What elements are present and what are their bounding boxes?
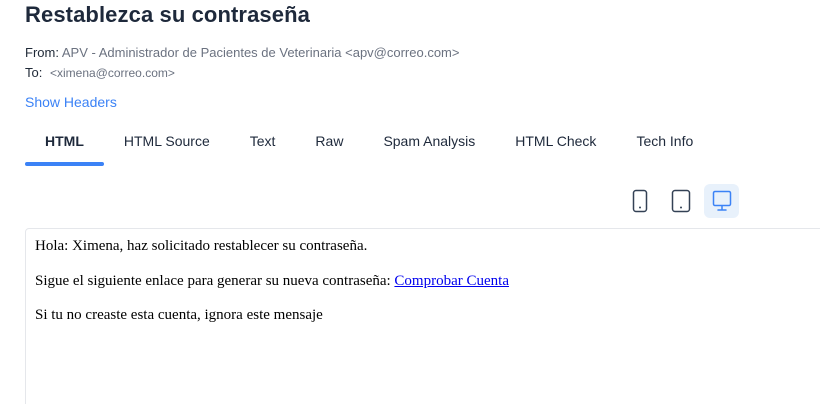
tablet-icon <box>671 189 690 213</box>
show-headers-link[interactable]: Show Headers <box>25 94 117 110</box>
body-line-disclaimer: Si tu no creaste esta cuenta, ignora est… <box>35 307 323 323</box>
email-viewer: Restablezca su contraseña From: APV - Ad… <box>0 0 820 404</box>
to-value: <ximena@correo.com> <box>49 66 175 80</box>
to-line: To: <ximena@correo.com> <box>25 65 175 80</box>
mobile-icon <box>632 189 647 213</box>
from-label: From: <box>25 45 59 60</box>
view-tabs: HTML HTML Source Text Raw Spam Analysis … <box>25 124 713 166</box>
tab-text[interactable]: Text <box>230 124 296 164</box>
body-line-greeting: Hola: Ximena, haz solicitado restablecer… <box>35 238 368 254</box>
body-line-instructions: Sigue el siguiente enlace para generar s… <box>35 273 509 290</box>
from-line: From: APV - Administrador de Pacientes d… <box>25 45 459 60</box>
body-instructions-text: Sigue el siguiente enlace para generar s… <box>35 273 395 289</box>
to-label: To: <box>25 65 43 80</box>
tab-html-check[interactable]: HTML Check <box>495 124 616 164</box>
email-body-preview: Hola: Ximena, haz solicitado restablecer… <box>25 228 820 404</box>
device-view-toggle <box>622 184 739 218</box>
desktop-view-button[interactable] <box>704 184 739 218</box>
verify-account-link[interactable]: Comprobar Cuenta <box>394 273 509 289</box>
tab-tech-info[interactable]: Tech Info <box>616 124 713 164</box>
tablet-view-button[interactable] <box>663 184 698 218</box>
tab-raw[interactable]: Raw <box>295 124 363 164</box>
from-value: APV - Administrador de Pacientes de Vete… <box>61 45 460 60</box>
tab-html[interactable]: HTML <box>25 124 104 166</box>
mobile-view-button[interactable] <box>622 184 657 218</box>
email-subject: Restablezca su contraseña <box>25 2 310 27</box>
desktop-icon <box>712 190 731 211</box>
tab-spam-analysis[interactable]: Spam Analysis <box>363 124 495 164</box>
tab-html-source[interactable]: HTML Source <box>104 124 230 164</box>
